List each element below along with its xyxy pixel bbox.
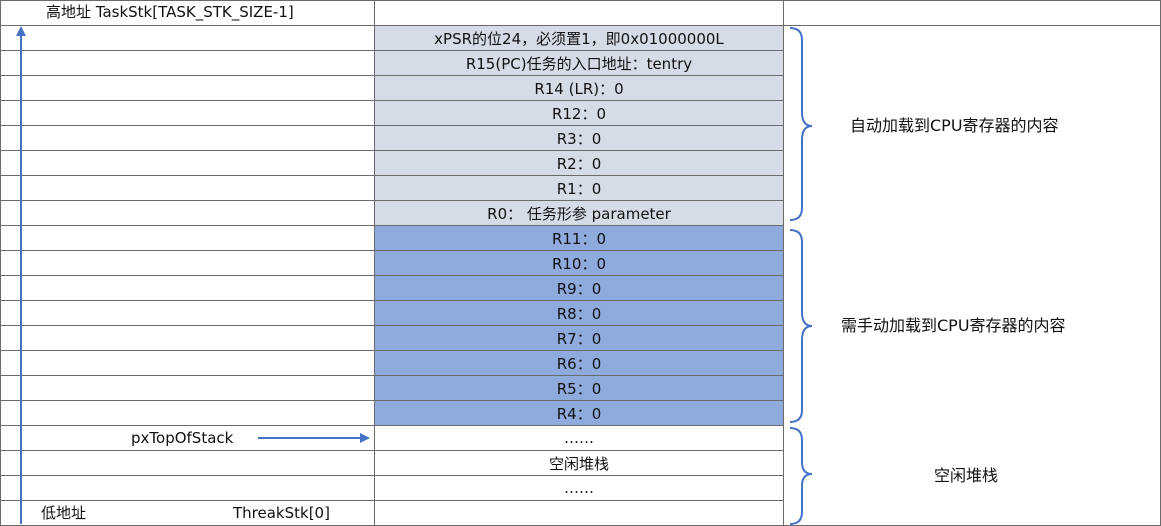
stack-entry-text: R1：0 (556, 179, 602, 198)
stack-entry-cell (373, 500, 785, 526)
stack-row: 高地址 TaskStk[TASK_STK_SIZE-1] (0, 0, 1161, 26)
stack-entry-cell: R0： 任务形参 parameter (373, 200, 785, 226)
stack-entry-cell: R4：0 (373, 400, 785, 426)
stack-entry-cell: R2：0 (373, 150, 785, 176)
manual-load-label: 需手动加载到CPU寄存器的内容 (841, 316, 1066, 335)
stack-entry-text: …… (563, 479, 594, 497)
stack-entry-text: R7：0 (556, 329, 602, 348)
stack-entry-cell: R15(PC)任务的入口地址：tentry (373, 50, 785, 76)
stack-entry-cell: R5：0 (373, 375, 785, 401)
stack-entry-cell: R10：0 (373, 250, 785, 276)
stack-entry-cell: …… (373, 475, 785, 501)
address-cell (0, 250, 375, 276)
stack-table: 高地址 TaskStk[TASK_STK_SIZE-1] xPSR的位24，必须置… (0, 0, 1161, 526)
stack-entry-text: R4：0 (556, 404, 602, 423)
stack-entry-cell: 空闲堆栈 (373, 450, 785, 476)
stack-entry-text: R2：0 (556, 154, 602, 173)
address-cell (0, 150, 375, 176)
stack-entry-text: R12：0 (551, 104, 607, 123)
stack-entry-text: R3：0 (556, 129, 602, 148)
stack-row: xPSR的位24，必须置1，即0x01000000L (0, 25, 1161, 526)
stack-entry-cell: R11：0 (373, 225, 785, 251)
stack-entry-cell: R14 (LR)：0 (373, 75, 785, 101)
free-stack-label: 空闲堆栈 (934, 466, 999, 485)
stack-entry-text: R9：0 (556, 279, 602, 298)
address-cell (0, 350, 375, 376)
address-cell (0, 450, 375, 476)
address-cell (0, 325, 375, 351)
stack-entry-text: xPSR的位24，必须置1，即0x01000000L (434, 29, 724, 48)
address-cell (0, 375, 375, 401)
stack-entry-text: R15(PC)任务的入口地址：tentry (465, 54, 693, 73)
address-cell (0, 175, 375, 201)
stack-entry-text: R5：0 (556, 379, 602, 398)
low-address-label: 低地址 (41, 504, 87, 522)
address-cell (0, 75, 375, 101)
annotation-header-cell (783, 0, 1161, 26)
stack-entry-cell: R1：0 (373, 175, 785, 201)
address-cell: 高地址 TaskStk[TASK_STK_SIZE-1] (0, 0, 375, 26)
stack-entry-cell: R3：0 (373, 125, 785, 151)
address-cell (0, 200, 375, 226)
stack-base-label: ThreakStk[0] (233, 504, 330, 522)
stack-entry-text: R6：0 (556, 354, 602, 373)
annotation-column (783, 25, 1161, 526)
stack-entry-text: R11：0 (551, 229, 607, 248)
address-cell (0, 400, 375, 426)
stack-entry-text: R14 (LR)：0 (534, 79, 624, 98)
auto-load-label: 自动加载到CPU寄存器的内容 (850, 116, 1059, 135)
stack-entry-text (375, 1, 784, 25)
address-cell: pxTopOfStack (0, 425, 375, 451)
stack-entry-cell: R9：0 (373, 275, 785, 301)
high-address-label: 高地址 TaskStk[TASK_STK_SIZE-1] (46, 3, 294, 21)
stack-entry-text: R8：0 (556, 304, 602, 323)
stack-entry-cell: R12：0 (373, 100, 785, 126)
address-cell (0, 275, 375, 301)
stack-pointer-label: pxTopOfStack (131, 429, 234, 447)
stack-entry-text: R10：0 (551, 254, 607, 273)
stack-entry-text: …… (563, 429, 594, 447)
address-cell (0, 225, 375, 251)
address-cell (0, 25, 375, 51)
stack-entry-cell: R6：0 (373, 350, 785, 376)
address-cell (0, 300, 375, 326)
address-cell (0, 50, 375, 76)
stack-entry-text (375, 501, 784, 525)
stack-entry-text: R0： 任务形参 parameter (487, 204, 671, 223)
address-cell (0, 475, 375, 501)
stack-entry-cell: …… (373, 425, 785, 451)
address-cell (0, 125, 375, 151)
stack-entry-cell: xPSR的位24，必须置1，即0x01000000L (373, 25, 785, 51)
address-cell (0, 100, 375, 126)
stack-entry-cell: R7：0 (373, 325, 785, 351)
stack-entry-text: 空闲堆栈 (548, 454, 609, 473)
address-cell: 低地址 ThreakStk[0] (0, 500, 375, 526)
stack-entry-cell (373, 0, 785, 26)
stack-entry-cell: R8：0 (373, 300, 785, 326)
